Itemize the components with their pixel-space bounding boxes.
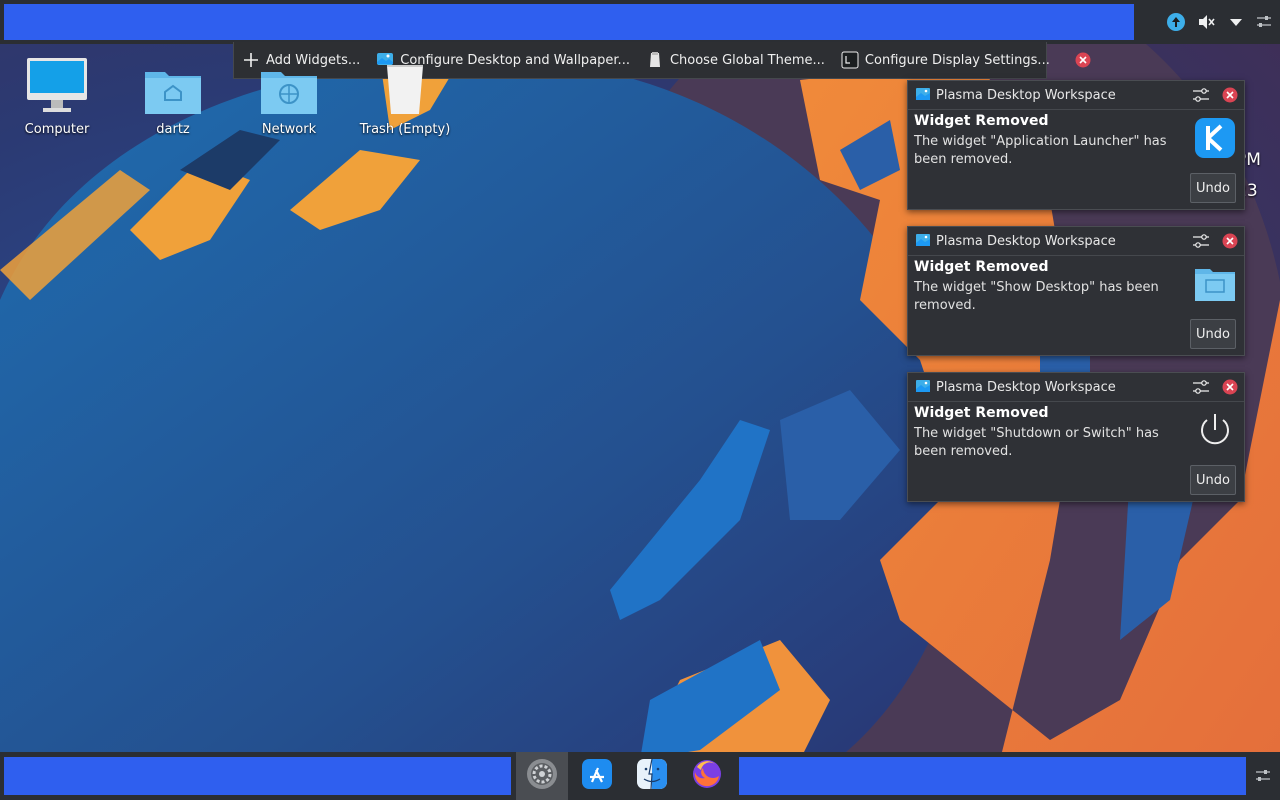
display-settings-label: Configure Display Settings... [864, 52, 1050, 68]
show-desktop-icon [1194, 263, 1236, 305]
notification-body: The widget "Shutdown or Switch" has been… [914, 426, 1159, 459]
desktop-icon-label: Network [261, 122, 317, 137]
plasma-app-icon [916, 234, 930, 248]
close-icon [1074, 51, 1092, 69]
notification-close-icon[interactable] [1222, 87, 1238, 103]
bottom-panel-highlight-left [4, 757, 511, 795]
notification-title: Widget Removed [914, 259, 1049, 275]
display-icon [841, 51, 859, 69]
undo-button[interactable]: Undo [1190, 173, 1236, 203]
bottom-panel-highlight-right [739, 757, 1246, 795]
home-folder-icon [141, 52, 205, 116]
notification-settings-icon[interactable] [1192, 232, 1210, 250]
desktop-icon-dartz[interactable]: dartz [118, 52, 228, 137]
notification-popup[interactable]: Plasma Desktop Workspace Widget Removed … [907, 80, 1245, 210]
network-folder-icon [257, 52, 321, 116]
taskbar-item-finder[interactable] [626, 752, 678, 800]
theme-icon [646, 51, 664, 69]
notification-title: Widget Removed [914, 405, 1049, 421]
undo-button[interactable]: Undo [1190, 319, 1236, 349]
notification-app-name: Plasma Desktop Workspace [936, 233, 1116, 249]
notification-app-name: Plasma Desktop Workspace [936, 87, 1116, 103]
notification-body: The widget "Show Desktop" has been remov… [914, 280, 1159, 313]
bottom-panel [0, 752, 1280, 800]
choose-theme-button[interactable]: Choose Global Theme... [638, 42, 833, 78]
top-panel [0, 0, 1280, 44]
volume-muted-icon[interactable] [1196, 12, 1216, 32]
firefox-icon [691, 758, 723, 794]
notification-popup[interactable]: Plasma Desktop Workspace Widget Removed … [907, 226, 1245, 356]
system-tray [1140, 0, 1280, 44]
plasma-app-icon [916, 380, 930, 394]
notification-popup[interactable]: Plasma Desktop Workspace Widget Removed … [907, 372, 1245, 502]
taskbar-item-app-store[interactable] [571, 752, 623, 800]
panel-settings-icon[interactable] [1254, 767, 1272, 785]
kde-logo-icon [1194, 117, 1236, 159]
trash-icon [373, 52, 437, 116]
expand-arrow-icon[interactable] [1226, 12, 1246, 32]
undo-button[interactable]: Undo [1190, 465, 1236, 495]
plasma-app-icon [916, 88, 930, 102]
app-store-icon [581, 758, 613, 794]
taskbar-item-system-settings[interactable] [516, 752, 568, 800]
close-toolbox-button[interactable] [1066, 42, 1100, 78]
top-panel-highlight [4, 4, 1134, 40]
system-settings-icon [526, 758, 558, 794]
display-settings-button[interactable]: Configure Display Settings... [833, 42, 1058, 78]
notification-settings-icon[interactable] [1192, 86, 1210, 104]
notification-settings-icon[interactable] [1192, 378, 1210, 396]
desktop-icon-label: Trash (Empty) [359, 122, 451, 137]
notification-header: Plasma Desktop Workspace [908, 81, 1244, 110]
computer-icon [25, 52, 89, 116]
desktop-icon-trash[interactable]: Trash (Empty) [350, 52, 460, 137]
notification-close-icon[interactable] [1222, 379, 1238, 395]
desktop-icon-label: dartz [156, 122, 190, 137]
notification-header: Plasma Desktop Workspace [908, 373, 1244, 402]
desktop-icon-label: Computer [24, 122, 90, 137]
panel-settings-icon[interactable] [1254, 12, 1274, 32]
notification-app-name: Plasma Desktop Workspace [936, 379, 1116, 395]
notification-title: Widget Removed [914, 113, 1049, 129]
choose-theme-label: Choose Global Theme... [669, 52, 825, 68]
taskbar-item-firefox[interactable] [681, 752, 733, 800]
desktop-icon-computer[interactable]: Computer [2, 52, 112, 137]
power-icon [1194, 409, 1236, 451]
notification-close-icon[interactable] [1222, 233, 1238, 249]
finder-icon [636, 758, 668, 794]
update-icon[interactable] [1166, 12, 1186, 32]
desktop-icon-network[interactable]: Network [234, 52, 344, 137]
notification-header: Plasma Desktop Workspace [908, 227, 1244, 256]
notification-body: The widget "Application Launcher" has be… [914, 134, 1167, 167]
